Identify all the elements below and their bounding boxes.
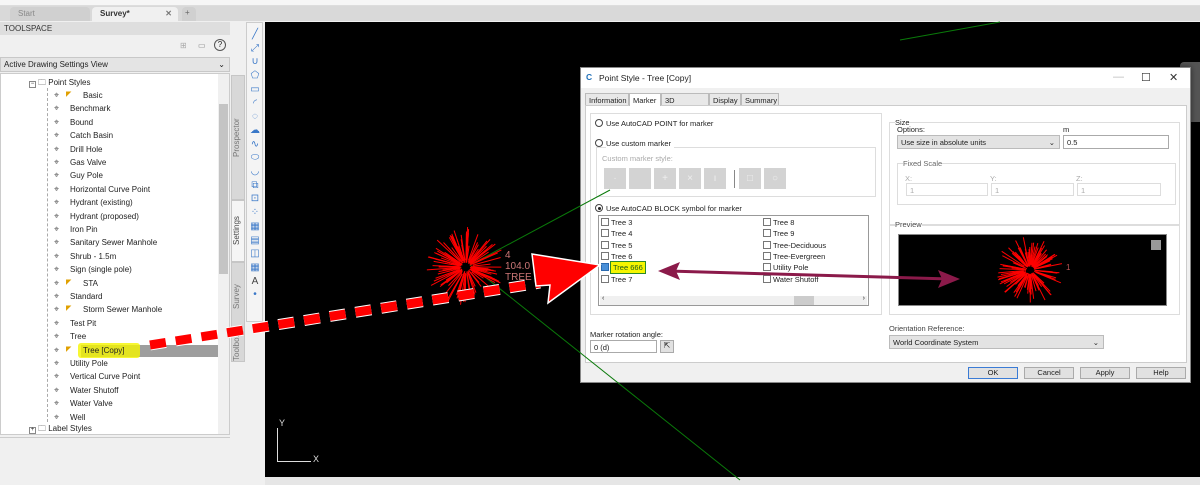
tab-marker[interactable]: Marker	[629, 93, 661, 106]
preview-tree-symbol	[998, 237, 1062, 302]
annotation-overlay	[0, 0, 1200, 485]
dashed-arrow	[150, 283, 540, 345]
crosshair-line	[900, 22, 1000, 40]
crosshair-line	[470, 190, 610, 265]
crosshair-line	[470, 265, 740, 480]
arrow-head-icon	[532, 254, 600, 303]
purple-arrow	[668, 271, 950, 279]
